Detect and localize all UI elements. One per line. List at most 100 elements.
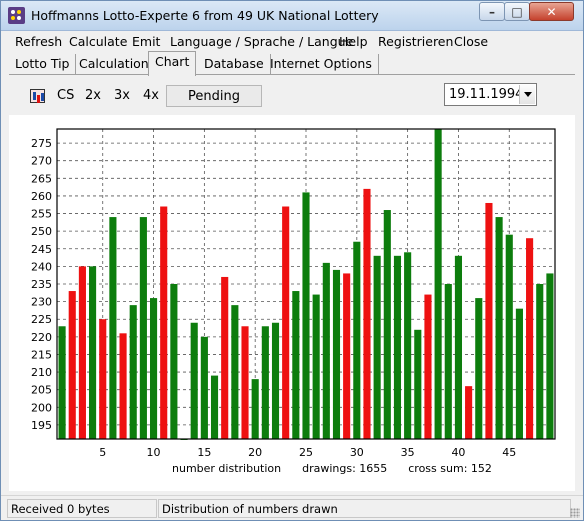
y-tick-label: 210 bbox=[31, 366, 52, 379]
y-tick-label: 235 bbox=[31, 278, 52, 291]
x-tick-label: 20 bbox=[248, 446, 262, 459]
menu-help[interactable]: Help bbox=[339, 34, 368, 49]
bar-number-27 bbox=[322, 262, 330, 439]
bar-number-32 bbox=[373, 255, 381, 439]
status-bar: Received 0 bytes Distribution of numbers… bbox=[1, 495, 583, 521]
quadruple-toggle[interactable]: 4x bbox=[143, 88, 159, 103]
bar-number-17 bbox=[221, 276, 229, 439]
tab-calculation[interactable]: Calculation bbox=[73, 54, 156, 75]
tab-strip: Lotto Tip Calculation Chart Database Int… bbox=[9, 51, 575, 76]
bar-number-40 bbox=[454, 255, 463, 439]
y-tick-label: 195 bbox=[31, 419, 52, 432]
bar-number-31 bbox=[363, 188, 371, 439]
y-tick-label: 270 bbox=[31, 155, 52, 168]
date-dropdown[interactable]: 19.11.1994 bbox=[444, 83, 537, 106]
distribution-chart: 1952002052102152202252302352402452502552… bbox=[31, 128, 556, 475]
bar-number-21 bbox=[261, 326, 269, 439]
bar-number-11 bbox=[160, 206, 168, 439]
tab-lotto-tip[interactable]: Lotto Tip bbox=[9, 54, 77, 75]
bar-number-3 bbox=[78, 266, 86, 439]
bar-number-45 bbox=[505, 234, 513, 439]
x-tick-label: 45 bbox=[502, 446, 516, 459]
bar-number-48 bbox=[536, 284, 544, 439]
resize-grip[interactable] bbox=[570, 508, 580, 518]
tab-chart[interactable]: Chart bbox=[148, 51, 197, 76]
y-tick-label: 245 bbox=[31, 243, 52, 256]
bar-number-5 bbox=[99, 319, 107, 439]
bar-number-14 bbox=[190, 322, 198, 439]
bar-number-25 bbox=[302, 192, 310, 439]
bar-number-2 bbox=[68, 291, 76, 439]
bar-number-29 bbox=[343, 273, 351, 439]
y-tick-label: 275 bbox=[31, 137, 52, 150]
bar-number-30 bbox=[353, 241, 361, 439]
bar-number-47 bbox=[526, 238, 534, 439]
y-tick-label: 260 bbox=[31, 190, 52, 203]
bar-number-28 bbox=[332, 269, 341, 439]
bar-number-38 bbox=[434, 129, 442, 439]
y-tick-label: 250 bbox=[31, 225, 52, 238]
x-tick-label: 10 bbox=[147, 446, 161, 459]
bar-number-16 bbox=[210, 375, 219, 439]
maximize-button[interactable]: □ bbox=[504, 2, 530, 21]
double-toggle[interactable]: 2x bbox=[85, 88, 101, 103]
x-tick-label: 25 bbox=[299, 446, 313, 459]
minimize-button[interactable]: – bbox=[479, 2, 505, 21]
date-value: 19.11.1994 bbox=[449, 87, 524, 102]
bar-number-37 bbox=[424, 294, 432, 439]
pending-button[interactable]: Pending bbox=[166, 85, 262, 107]
menu-registrieren[interactable]: Registrieren bbox=[378, 34, 453, 49]
menu-bar: Refresh Calculate Emit Language / Sprach… bbox=[9, 32, 575, 51]
bar-number-36 bbox=[414, 329, 422, 439]
bar-number-24 bbox=[292, 291, 300, 439]
tab-internet-options[interactable]: Internet Options bbox=[264, 54, 379, 75]
menu-refresh[interactable]: Refresh bbox=[15, 34, 62, 49]
bar-number-41 bbox=[465, 386, 473, 439]
bar-chart-icon[interactable] bbox=[30, 89, 45, 103]
x-tick-label: 5 bbox=[99, 446, 106, 459]
y-tick-label: 205 bbox=[31, 384, 52, 397]
menu-calculate[interactable]: Calculate bbox=[69, 34, 127, 49]
bar-number-19 bbox=[241, 326, 249, 439]
status-bytes: Received 0 bytes bbox=[7, 499, 157, 518]
menu-language[interactable]: Language / Sprache / Langue bbox=[170, 34, 353, 49]
app-window: Hoffmanns Lotto-Experte 6 from 49 UK Nat… bbox=[0, 0, 584, 521]
bar-number-42 bbox=[475, 298, 483, 439]
x-tick-label: 15 bbox=[197, 446, 211, 459]
bar-number-9 bbox=[139, 217, 147, 439]
status-message: Distribution of numbers drawn bbox=[158, 499, 571, 518]
chart-caption: number distribution drawings: 1655 cross… bbox=[172, 462, 492, 475]
title-bar[interactable]: Hoffmanns Lotto-Experte 6 from 49 UK Nat… bbox=[1, 1, 583, 31]
chevron-down-icon[interactable] bbox=[519, 85, 535, 104]
bar-number-44 bbox=[495, 217, 503, 439]
x-tick-label: 40 bbox=[451, 446, 465, 459]
lotto-app-icon[interactable] bbox=[8, 7, 25, 24]
bar-number-22 bbox=[271, 322, 280, 439]
y-tick-label: 200 bbox=[31, 401, 52, 414]
y-tick-label: 265 bbox=[31, 172, 52, 185]
bar-number-12 bbox=[170, 284, 178, 439]
close-icon: ✕ bbox=[546, 5, 557, 19]
menu-emit[interactable]: Emit bbox=[132, 34, 160, 49]
tab-database[interactable]: Database bbox=[198, 54, 271, 75]
bar-number-23 bbox=[282, 206, 290, 439]
cross-sum-toggle[interactable]: CS bbox=[57, 88, 74, 103]
bar-number-34 bbox=[393, 255, 402, 439]
close-window-button[interactable]: ✕ bbox=[529, 2, 574, 21]
bar-number-4 bbox=[89, 266, 97, 439]
window-title: Hoffmanns Lotto-Experte 6 from 49 UK Nat… bbox=[31, 8, 379, 23]
bar-number-20 bbox=[251, 379, 259, 439]
x-tick-label: 35 bbox=[401, 446, 415, 459]
triple-toggle[interactable]: 3x bbox=[114, 88, 130, 103]
menu-close[interactable]: Close bbox=[454, 34, 488, 49]
y-tick-label: 215 bbox=[31, 348, 52, 361]
bar-number-46 bbox=[515, 308, 523, 439]
bar-number-8 bbox=[129, 305, 137, 439]
bar-number-1 bbox=[58, 326, 66, 439]
x-tick-label: 30 bbox=[350, 446, 364, 459]
bar-number-15 bbox=[200, 336, 208, 439]
bar-number-7 bbox=[119, 333, 127, 439]
y-tick-label: 225 bbox=[31, 313, 52, 326]
y-tick-label: 240 bbox=[31, 260, 52, 273]
minimize-icon: – bbox=[489, 5, 495, 19]
